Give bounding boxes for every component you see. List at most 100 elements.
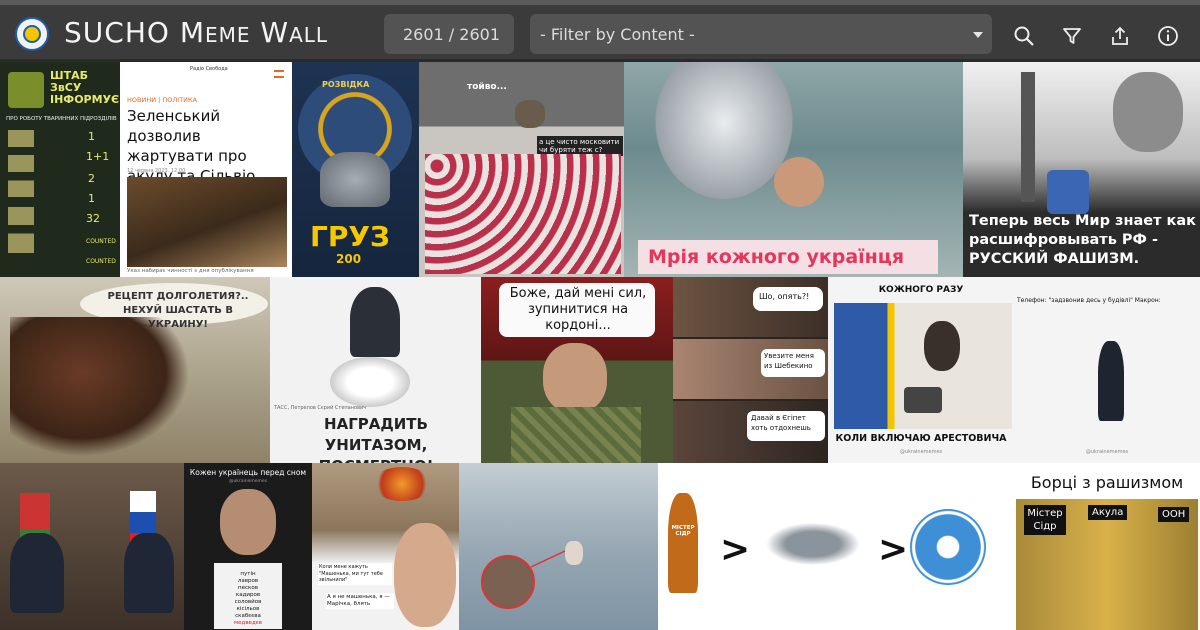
- rock-bubble-2: Увезите меня из Шебекино: [764, 352, 814, 370]
- macron-figure: [1098, 341, 1124, 421]
- camo-uniform: [511, 407, 641, 463]
- putin-figure: [124, 533, 174, 613]
- arestovych-figure: [924, 321, 960, 371]
- rock-bubble-1: Шо, опять?!: [759, 292, 810, 301]
- kill-list-item: скабєєва: [235, 613, 261, 619]
- gruz-text: ГРУЗ: [310, 220, 390, 253]
- filter-icon[interactable]: [1061, 25, 1083, 47]
- meme-tile-arya[interactable]: Кожен українець перед сном @ukrainememes…: [184, 463, 312, 630]
- shtab-value-7: COUNTED: [86, 258, 116, 265]
- search-icon[interactable]: [1013, 25, 1035, 47]
- shtab-subtitle: ПРО РОБОТУ ТВАРИННИХ ПІДРОЗДІЛІВ: [6, 116, 117, 122]
- meme-tile-gruz-200[interactable]: РОЗВІДКА ГРУЗ 200: [292, 62, 419, 277]
- girl-face: [394, 523, 456, 627]
- kill-list-item: соловйов: [234, 599, 262, 605]
- shtab-value-4: 1: [88, 192, 95, 205]
- un-emblem: [910, 509, 986, 585]
- dragons-title: Борці з рашизмом: [1030, 473, 1184, 492]
- item-counter[interactable]: 2601 / 2601: [384, 14, 514, 54]
- toilet-credit: ТАСС, Петрелов Сєрий Степанович: [274, 405, 367, 411]
- meat-trays-image: [425, 154, 621, 274]
- zaluzhny-face: [543, 343, 607, 413]
- cider-bottle-label: МІСТЕР СІДР: [671, 525, 695, 537]
- gruz-top: РОЗВІДКА: [322, 80, 370, 89]
- meme-tile-sea-swimmer[interactable]: [459, 463, 658, 630]
- putin-portrait: [1113, 72, 1183, 152]
- shark-head: [320, 152, 390, 207]
- meme-tile-longevity[interactable]: РЕЦЕПТ ДОЛГОЛЕТИЯ?.. НЕХУЙ ШАСТАТЬ В УКР…: [0, 277, 270, 463]
- zaluzhny-caption: Боже, дай мені сил, зупинитися на кордон…: [509, 286, 647, 333]
- meme-tile-putin-like[interactable]: Теперь весь Мир знает как расшифровывать…: [963, 62, 1200, 277]
- app-title: SUCHO Meme Wall: [64, 16, 329, 49]
- radio-date: 12 червня 2023, 12:00: [127, 168, 186, 174]
- toilet-image: [330, 357, 410, 407]
- kill-list-item: путін: [240, 571, 256, 577]
- meme-tile-arestovych[interactable]: КОЖНОГО РАЗУ КОЛИ ВКЛЮЧАЮ АРЕСТОВИЧА @uk…: [828, 277, 1014, 463]
- gruz-number: 200: [336, 252, 362, 266]
- greater-than-2: >: [878, 529, 909, 570]
- meme-tile-rock[interactable]: Шо, опять?! Увезите меня из Шебекино Дав…: [673, 277, 828, 463]
- radio-section: НОВИНИ | ПОЛІТИКА: [127, 96, 198, 104]
- chevron-down-icon: [973, 32, 983, 38]
- cider-bottle-image: [668, 493, 698, 593]
- emblem-image: [8, 72, 44, 108]
- animal-silhouettes: [8, 130, 34, 270]
- arestovych-top: КОЖНОГО РАЗУ: [878, 285, 964, 295]
- dragon-label-1: Містер Сідр: [1024, 505, 1066, 535]
- shtab-value-6: COUNTED: [86, 238, 116, 245]
- kill-list-item: кадиров: [235, 592, 261, 598]
- info-icon[interactable]: [1157, 25, 1179, 47]
- cat-image: [515, 100, 545, 128]
- arya-face: [220, 489, 276, 555]
- lukashenko-figure: [10, 533, 64, 613]
- arestovych-handle: @ukrainememes: [899, 449, 943, 455]
- kill-list-item: лавров: [237, 578, 259, 584]
- share-icon[interactable]: [1109, 25, 1131, 47]
- disaster-bubble-1: Коли мене кажуть "Машенька, ми тут тебе …: [318, 563, 392, 585]
- putin-like-caption: Теперь весь Мир знает как расшифровывать…: [969, 213, 1196, 267]
- meme-tile-zaluzhny[interactable]: Боже, дай мені сил, зупинитися на кордон…: [481, 277, 673, 463]
- face-inset-image: [481, 555, 535, 609]
- kill-list-item: песков: [238, 585, 258, 591]
- meme-tile-lukashenko-putin[interactable]: [0, 463, 184, 630]
- putin-figure: [350, 287, 400, 357]
- radio-footer: Указ набирає чинності з дня опублікуванн…: [127, 268, 254, 274]
- meme-tile-toilet[interactable]: ТАСС, Петрелов Сєрий Степанович НАГРАДИТ…: [270, 277, 481, 463]
- arestovych-bottom: КОЛИ ВКЛЮЧАЮ АРЕСТОВИЧА: [835, 433, 1007, 444]
- app-header: SUCHO Meme Wall 2601 / 2601 - Filter by …: [0, 0, 1200, 62]
- arya-top: Кожен українець перед сном: [189, 468, 307, 477]
- disaster-bubble-2: А я не машенька, я — Марічка, блять: [326, 593, 394, 609]
- shtab-value-3: 2: [88, 172, 95, 185]
- shtab-value-2: 1+1: [86, 150, 110, 163]
- like-thumb-icon: [1047, 170, 1089, 214]
- shtab-value-1: 1: [88, 130, 95, 143]
- meme-tile-macron[interactable]: Телефон: "задзвонив десь у будівлі" Макр…: [1014, 277, 1200, 463]
- radio-brand: Радіо Свобода: [190, 66, 228, 72]
- kill-list-item: медведєв: [233, 620, 263, 626]
- dragon-label-3: ООН: [1158, 507, 1190, 522]
- fire-image: [372, 467, 432, 501]
- meme-tile-radio-svoboda[interactable]: Радіо Свобода НОВИНИ | ПОЛІТИКА Зеленськ…: [120, 62, 292, 277]
- sucho-logo[interactable]: [15, 17, 49, 51]
- content-filter-select[interactable]: - Filter by Content -: [530, 14, 992, 54]
- meat-top: тойво...: [467, 82, 507, 92]
- meme-tile-shtab[interactable]: ШТАБ ЗвСУ ІНФОРМУЄ ПРО РОБОТУ ТВАРИННИХ …: [0, 62, 120, 277]
- greater-than-1: >: [720, 529, 751, 570]
- meme-tile-shark-dream[interactable]: Мрія кожного українця: [624, 62, 963, 277]
- volume-icon: [904, 387, 942, 413]
- kill-list-item: кісільов: [236, 606, 260, 612]
- shtab-title: ШТАБ ЗвСУ ІНФОРМУЄ: [50, 69, 120, 106]
- meme-tile-formula[interactable]: МІСТЕР СІДР > >: [658, 463, 1014, 630]
- meme-tile-disaster-girl[interactable]: Коли мене кажуть "Машенька, ми тут тебе …: [312, 463, 459, 630]
- meat-bubble: а це чисто московити чи буряти теж с?: [537, 136, 623, 156]
- dragon-label-2: Акула: [1088, 505, 1128, 520]
- zelensky-photo: [127, 177, 287, 267]
- shark-image: [758, 519, 868, 569]
- meme-tile-dragons[interactable]: Борці з рашизмом Містер Сідр Акула ООН: [1014, 463, 1200, 630]
- meme-tile-meat-trays[interactable]: тойво... а це чисто московити чи буряти …: [419, 62, 624, 277]
- rock-bubble-3: Давай в Єгіпет хоть отдохнешь: [751, 414, 811, 432]
- shark-dream-caption: Мрія кожного українця: [648, 246, 905, 268]
- macron-handle: @ukrainememes: [1085, 449, 1129, 455]
- kill-list: путін лавров песков кадиров соловйов кіс…: [214, 571, 282, 627]
- filter-placeholder: - Filter by Content -: [540, 25, 695, 44]
